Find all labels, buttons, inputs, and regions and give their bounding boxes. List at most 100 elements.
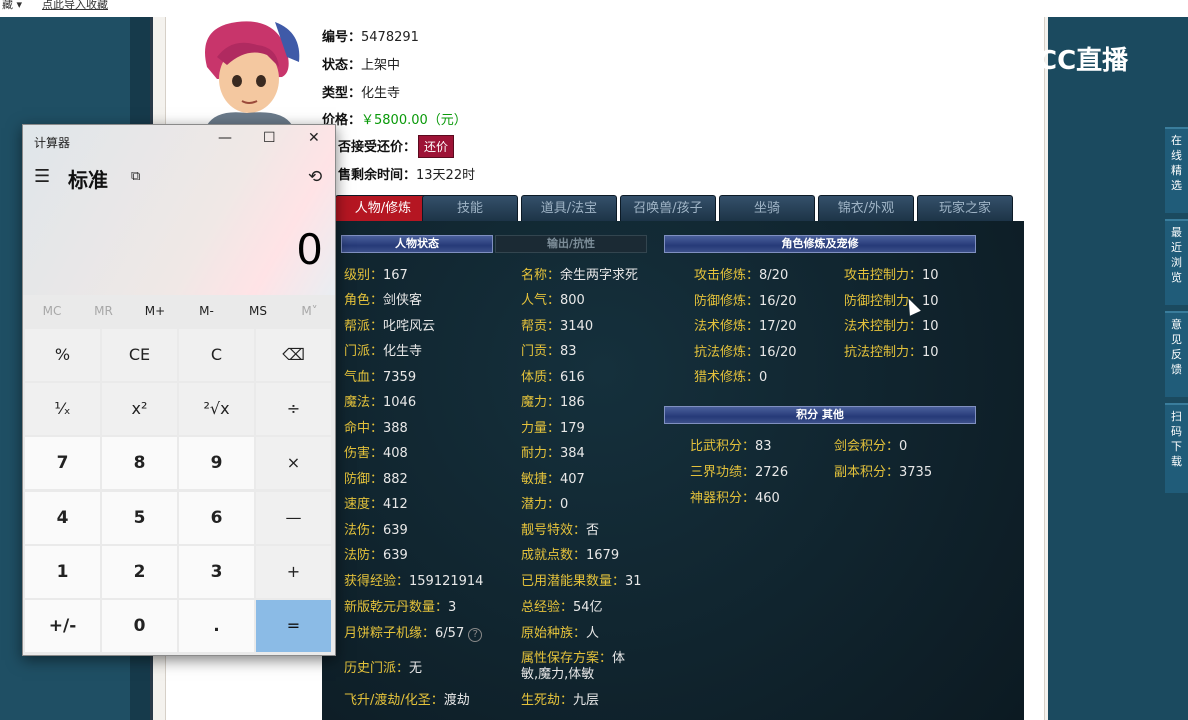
memory-button[interactable]: MR [79,304,129,318]
sidebar-recent[interactable]: 最近浏览 [1165,219,1188,305]
hamburger-menu-icon[interactable]: ☰ [34,166,50,187]
calc-key[interactable]: ⌫ [256,329,331,381]
tab-items[interactable]: 道具/法宝 [521,195,617,221]
points-row-value: 83 [755,439,772,454]
cultivation-row: 法术修炼：17/20 [694,315,796,334]
tab-mounts[interactable]: 坐骑 [719,195,815,221]
memory-button[interactable]: MS [233,304,283,318]
stat-row-value: 余生两字求死 [560,268,639,283]
sidebar-scan-download[interactable]: 扫码下载 [1165,403,1188,493]
stat-row: 潜力：0 [521,493,568,512]
stat-row-value: 388 [383,421,408,436]
stat-row-label: 法伤： [344,523,384,538]
stat-row-value: 639 [383,523,408,538]
calc-key[interactable]: 5 [102,491,177,544]
calculator-title: 计算器 [34,136,71,150]
keep-on-top-icon[interactable]: ⧉ [131,169,140,184]
stat-row-value: 1679 [586,548,620,563]
maximize-button[interactable]: ☐ [263,130,276,146]
calc-key[interactable]: 8 [102,437,177,490]
calc-key[interactable]: C [179,329,254,381]
stat-row-value: 1046 [383,395,417,410]
calc-key[interactable]: +/- [25,600,100,652]
listing-status: 状态：上架中 [322,54,400,73]
listing-remaining: 售剩余时间：13天22时 [338,164,475,183]
calc-key[interactable]: ²√x [179,383,254,436]
stat-row-value: 384 [560,446,585,461]
stat-row-value: 54亿 [573,600,603,615]
history-icon[interactable]: ⟲ [308,167,322,187]
stat-row-value: 剑侠客 [383,293,423,308]
tab-character[interactable]: 人物/修炼 [335,195,431,221]
memory-button[interactable]: M˅ [285,304,335,318]
tab-outfits[interactable]: 锦衣/外观 [818,195,914,221]
stat-row: 伤害：408 [344,442,408,461]
bookmarks-menu[interactable]: 藏 ▾ [2,0,22,10]
calc-key[interactable]: + [256,545,331,598]
cultivation-row-value: 17/20 [759,319,797,334]
tab-skills[interactable]: 技能 [422,195,518,221]
calc-key[interactable]: ÷ [256,383,331,436]
calc-key[interactable]: x² [102,383,177,436]
calc-key[interactable]: 1 [25,545,100,598]
memory-button[interactable]: M- [182,304,232,318]
help-icon[interactable]: ? [468,628,483,642]
listing-type-label: 类型： [322,86,362,101]
control-row-value: 10 [922,344,939,360]
stat-row: 魔法：1046 [344,391,416,410]
calc-key[interactable]: 2 [102,545,177,598]
calc-key[interactable]: 0 [102,600,177,652]
calc-key[interactable]: — [256,491,331,544]
counter-offer-button[interactable]: 还价 [418,135,455,158]
stat-row-value: 化生寺 [383,344,423,359]
listing-type: 类型：化生寺 [322,82,400,101]
header-char-status[interactable]: 人物状态 [341,235,493,253]
calc-key[interactable]: . [179,600,254,652]
character-panel: 人物状态 输出/抗性 角色修炼及宠修 积分 其他 级别：167 角色：剑侠客 帮派：… [322,221,1024,720]
calc-key[interactable]: 7 [25,437,100,490]
stat-row-label: 魔法： [344,395,384,410]
points-row: 副本积分：3735 [834,461,932,480]
calc-key[interactable]: % [25,329,100,381]
sidebar-online-picks[interactable]: 在线精选 [1165,127,1188,213]
calculator-display: 0 [296,225,323,274]
cultivation-row: 抗法修炼：16/20 [694,341,796,360]
stat-row-label: 级别： [344,268,384,283]
stat-row-value: 体 [612,651,626,666]
stat-row: 成就点数：1679 [521,544,619,563]
stat-row: 法伤：639 [344,519,408,538]
stat-row: 历史门派：无 [344,657,422,676]
header-output-resist[interactable]: 输出/抗性 [495,235,647,253]
stat-row-value: 0 [560,497,569,512]
calc-key[interactable]: 4 [25,491,100,544]
calc-key[interactable]: = [256,600,331,652]
listing-status-label: 状态： [322,58,362,73]
stat-row-value: 6/57 [435,626,465,641]
calc-key[interactable]: 6 [179,491,254,544]
calc-key[interactable]: × [256,437,331,490]
import-bookmarks-link[interactable]: 点此导入收藏 [42,0,108,10]
points-row-label: 剑会积分： [834,439,900,454]
memory-button[interactable]: MC [27,304,77,318]
stat-row: 新版乾元丹数量：3 [344,596,456,615]
control-row: 法术控制力：10 [844,315,939,334]
sidebar-feedback[interactable]: 意见反馈 [1165,311,1188,397]
stat-row-label: 生死劫： [521,693,574,708]
close-button[interactable]: ✕ [308,130,320,146]
minimize-button[interactable]: — [218,130,232,146]
points-row-value: 3735 [899,465,933,480]
cultivation-row-value: 16/20 [759,293,797,309]
calc-key[interactable]: CE [102,329,177,381]
calc-key[interactable]: 3 [179,545,254,598]
stat-row-label: 成就点数： [521,548,587,563]
tab-pets[interactable]: 召唤兽/孩子 [620,195,716,221]
tab-player-home[interactable]: 玩家之家 [917,195,1013,221]
points-row-label: 比武积分： [690,439,756,454]
calc-key[interactable]: 9 [179,437,254,490]
memory-button[interactable]: M+ [130,304,180,318]
calc-key[interactable]: ¹⁄ₓ [25,383,100,436]
stat-row-label: 已用潜能果数量： [521,574,626,589]
stat-row: 飞升/渡劫/化圣：渡劫 [344,689,470,708]
listing-price: 价格：￥5800.00（元） [322,109,467,128]
sidebar-recent-label: 最近浏览 [1171,226,1182,284]
